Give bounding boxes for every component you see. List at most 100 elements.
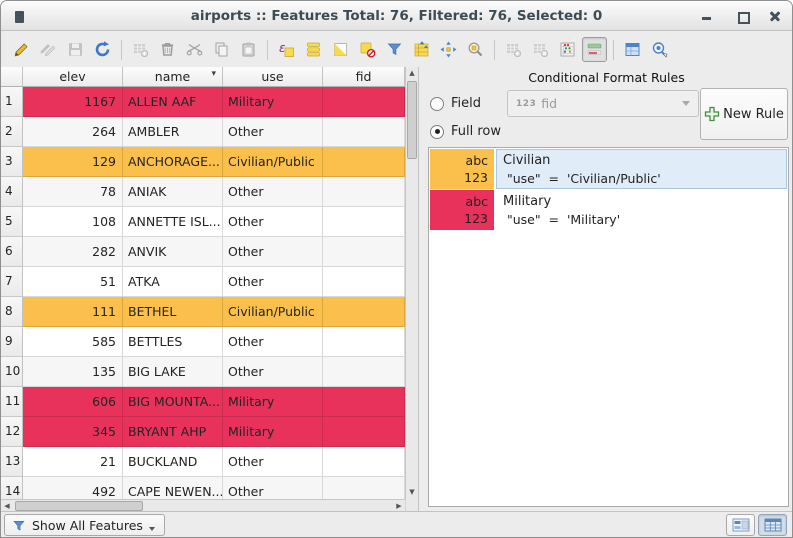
deselect-all-button[interactable] bbox=[355, 37, 380, 62]
dock-table-button[interactable] bbox=[620, 37, 645, 62]
cell-fid[interactable] bbox=[323, 417, 405, 447]
cell-use[interactable]: Other bbox=[223, 237, 323, 267]
cell-name[interactable]: BRYANT AHP bbox=[123, 417, 223, 447]
row-number[interactable]: 12 bbox=[1, 417, 23, 447]
cell-use[interactable]: Military bbox=[223, 387, 323, 417]
cell-name[interactable]: AMBLER bbox=[123, 117, 223, 147]
cell-fid[interactable] bbox=[323, 357, 405, 387]
row-number[interactable]: 6 bbox=[1, 237, 23, 267]
select-by-expression-button[interactable]: ε bbox=[274, 37, 299, 62]
table-corner-header[interactable] bbox=[1, 67, 23, 87]
cell-elev[interactable]: 135 bbox=[23, 357, 123, 387]
vertical-scrollbar[interactable]: ▲ ▼ bbox=[405, 67, 418, 499]
zoom-to-selection-button[interactable] bbox=[463, 37, 488, 62]
row-number[interactable]: 5 bbox=[1, 207, 23, 237]
cell-elev[interactable]: 111 bbox=[23, 297, 123, 327]
cell-fid[interactable] bbox=[323, 327, 405, 357]
search-widget-button[interactable] bbox=[647, 37, 672, 62]
close-button[interactable] bbox=[762, 1, 788, 31]
cell-use[interactable]: Civilian/Public bbox=[223, 297, 323, 327]
conditional-formatting-button[interactable] bbox=[582, 37, 607, 62]
cell-elev[interactable]: 585 bbox=[23, 327, 123, 357]
cell-fid[interactable] bbox=[323, 477, 405, 499]
field-combo[interactable]: 123 fid bbox=[507, 90, 699, 117]
cell-fid[interactable] bbox=[323, 207, 405, 237]
cell-fid[interactable] bbox=[323, 147, 405, 177]
cell-name[interactable]: ANNETTE ISL... bbox=[123, 207, 223, 237]
cell-name[interactable]: BUCKLAND bbox=[123, 447, 223, 477]
cell-use[interactable]: Other bbox=[223, 357, 323, 387]
column-header-use[interactable]: use bbox=[223, 67, 323, 87]
cell-elev[interactable]: 606 bbox=[23, 387, 123, 417]
cell-fid[interactable] bbox=[323, 87, 405, 117]
row-number[interactable]: 13 bbox=[1, 447, 23, 477]
cell-elev[interactable]: 78 bbox=[23, 177, 123, 207]
scroll-down-icon[interactable]: ▼ bbox=[406, 486, 418, 499]
cell-elev[interactable]: 1167 bbox=[23, 87, 123, 117]
cell-fid[interactable] bbox=[323, 237, 405, 267]
row-number[interactable]: 10 bbox=[1, 357, 23, 387]
row-number[interactable]: 7 bbox=[1, 267, 23, 297]
vertical-scrollbar-thumb[interactable] bbox=[407, 81, 417, 159]
cell-name[interactable]: ATKA bbox=[123, 267, 223, 297]
invert-selection-button[interactable] bbox=[328, 37, 353, 62]
cell-fid[interactable] bbox=[323, 117, 405, 147]
row-number[interactable]: 14 bbox=[1, 477, 23, 499]
full-row-radio-option[interactable]: Full row bbox=[430, 124, 501, 139]
field-radio-option[interactable]: Field bbox=[430, 96, 481, 111]
column-header-fid[interactable]: fid bbox=[323, 67, 405, 87]
scroll-up-icon[interactable]: ▲ bbox=[406, 67, 418, 80]
cell-elev[interactable]: 51 bbox=[23, 267, 123, 297]
column-header-name[interactable]: name▾ bbox=[123, 67, 223, 87]
cell-use[interactable]: Other bbox=[223, 267, 323, 297]
cell-use[interactable]: Other bbox=[223, 117, 323, 147]
cell-use[interactable]: Other bbox=[223, 207, 323, 237]
column-header-elev[interactable]: elev bbox=[23, 67, 123, 87]
new-rule-button[interactable]: New Rule bbox=[700, 88, 788, 140]
rule-item[interactable]: abc123Military "use" = 'Military' bbox=[430, 190, 787, 230]
table-view-button[interactable] bbox=[758, 514, 787, 536]
horizontal-scrollbar-thumb[interactable] bbox=[15, 501, 143, 511]
cell-elev[interactable]: 264 bbox=[23, 117, 123, 147]
maximize-button[interactable] bbox=[730, 1, 756, 31]
row-number[interactable]: 2 bbox=[1, 117, 23, 147]
cell-elev[interactable]: 282 bbox=[23, 237, 123, 267]
cell-fid[interactable] bbox=[323, 387, 405, 417]
cell-fid[interactable] bbox=[323, 267, 405, 297]
pan-to-selection-button[interactable] bbox=[436, 37, 461, 62]
select-by-form-button[interactable] bbox=[382, 37, 407, 62]
form-view-button[interactable] bbox=[726, 514, 755, 536]
cell-use[interactable]: Other bbox=[223, 327, 323, 357]
cell-use[interactable]: Military bbox=[223, 417, 323, 447]
cell-fid[interactable] bbox=[323, 447, 405, 477]
field-calculator-button[interactable] bbox=[555, 37, 580, 62]
rule-item[interactable]: abc123Civilian "use" = 'Civilian/Public' bbox=[430, 149, 787, 189]
full-row-radio[interactable] bbox=[430, 125, 444, 139]
row-number[interactable]: 1 bbox=[1, 87, 23, 117]
cell-fid[interactable] bbox=[323, 297, 405, 327]
cell-name[interactable]: BIG LAKE bbox=[123, 357, 223, 387]
cell-name[interactable]: BIG MOUNTA... bbox=[123, 387, 223, 417]
cell-elev[interactable]: 21 bbox=[23, 447, 123, 477]
row-number[interactable]: 9 bbox=[1, 327, 23, 357]
row-number[interactable]: 8 bbox=[1, 297, 23, 327]
toggle-editing-button[interactable] bbox=[9, 37, 34, 62]
cell-elev[interactable]: 129 bbox=[23, 147, 123, 177]
cell-name[interactable]: BETTLES bbox=[123, 327, 223, 357]
filter-mode-button[interactable]: Show All Features bbox=[4, 514, 165, 536]
cell-name[interactable]: ANCHORAGE... bbox=[123, 147, 223, 177]
cell-name[interactable]: ALLEN AAF bbox=[123, 87, 223, 117]
cell-name[interactable]: CAPE NEWEN... bbox=[123, 477, 223, 499]
row-number[interactable]: 4 bbox=[1, 177, 23, 207]
cell-use[interactable]: Other bbox=[223, 447, 323, 477]
cell-name[interactable]: BETHEL bbox=[123, 297, 223, 327]
select-all-button[interactable] bbox=[301, 37, 326, 62]
cell-fid[interactable] bbox=[323, 177, 405, 207]
cell-name[interactable]: ANVIK bbox=[123, 237, 223, 267]
cell-name[interactable]: ANIAK bbox=[123, 177, 223, 207]
cell-elev[interactable]: 492 bbox=[23, 477, 123, 499]
cell-use[interactable]: Military bbox=[223, 87, 323, 117]
row-number[interactable]: 11 bbox=[1, 387, 23, 417]
cell-elev[interactable]: 108 bbox=[23, 207, 123, 237]
move-selection-to-top-button[interactable] bbox=[409, 37, 434, 62]
